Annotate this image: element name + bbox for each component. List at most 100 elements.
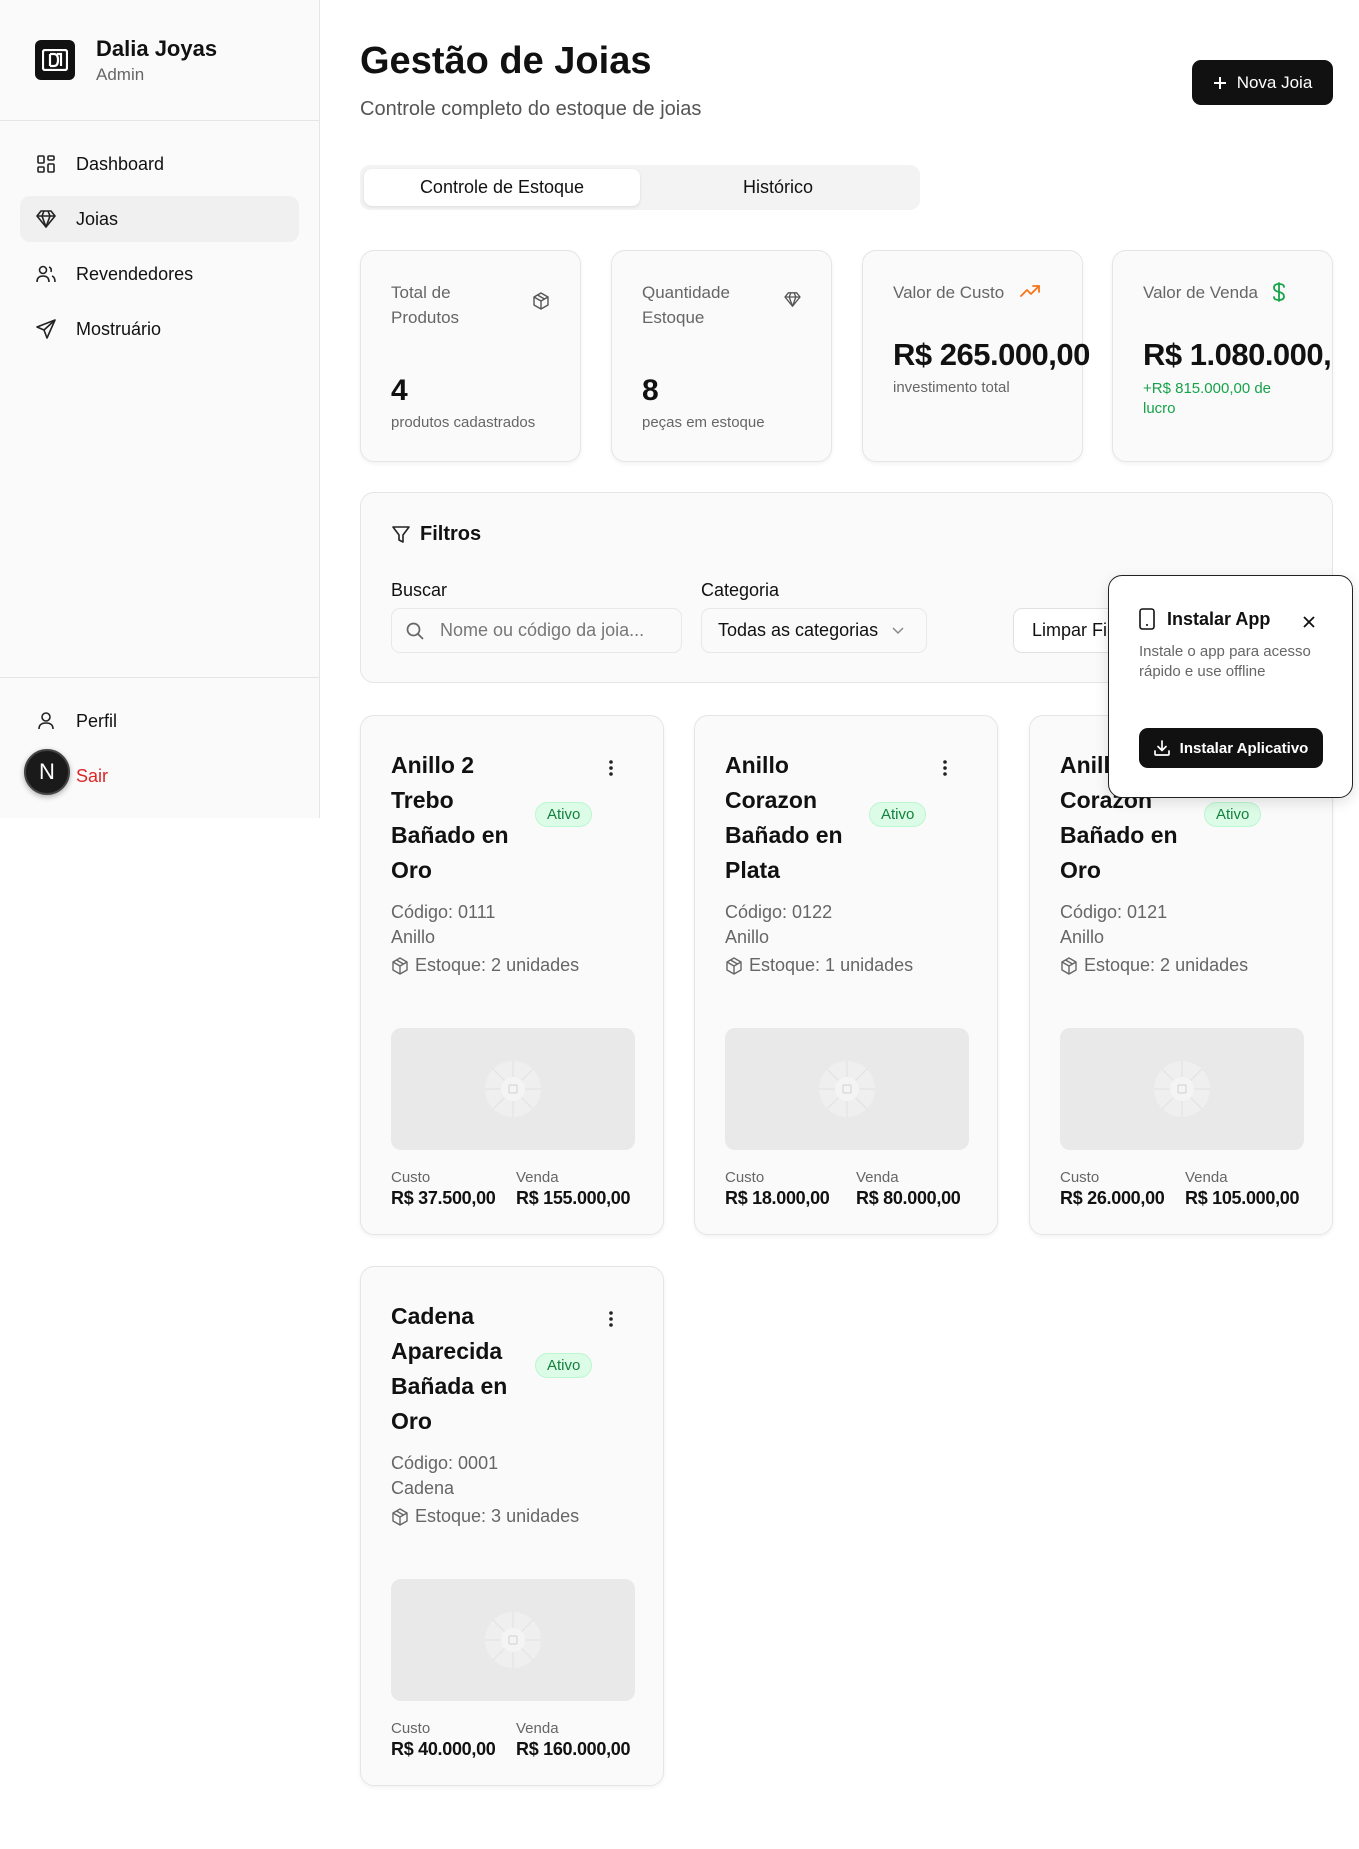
cost-label: Custo xyxy=(725,1169,765,1186)
cost-value: R$ 40.000,00 xyxy=(391,1739,496,1759)
stat-value: 4 xyxy=(391,374,408,407)
more-options-icon[interactable] xyxy=(601,758,621,778)
status-badge: Ativo xyxy=(869,802,927,827)
product-code: Código: 0001 xyxy=(391,1453,499,1473)
product-card[interactable]: Anillo Corazon Bañado en Plata Ativo Cód… xyxy=(694,715,998,1235)
stat-value: R$ 265.000,00 xyxy=(893,337,1090,372)
product-card[interactable]: Anillo 2 Trebo Bañado en Oro Ativo Códig… xyxy=(360,715,664,1235)
sale-value: R$ 105.000,00 xyxy=(1185,1188,1300,1208)
sale-value: R$ 160.000,00 xyxy=(516,1739,631,1759)
stat-caption: investimento total xyxy=(893,379,1010,396)
tab-controle-estoque[interactable]: Controle de Estoque xyxy=(364,169,640,206)
stat-card-stock-quantity: Quantidade Estoque 8 peças em estoque xyxy=(611,250,832,462)
download-icon xyxy=(1153,740,1170,756)
image-placeholder-icon xyxy=(1154,1061,1210,1117)
sale-label: Venda xyxy=(516,1169,559,1186)
more-options-icon[interactable] xyxy=(601,1309,621,1329)
package-icon xyxy=(392,956,408,975)
status-badge: Ativo xyxy=(535,1353,593,1378)
brand-role: Admin xyxy=(96,64,145,84)
stat-label: Valor de Venda xyxy=(1143,283,1258,302)
trending-up-icon xyxy=(1020,284,1041,298)
sale-label: Venda xyxy=(856,1169,899,1186)
tab-bar: Controle de Estoque Histórico xyxy=(360,165,920,210)
stat-value: 8 xyxy=(642,374,659,407)
product-stock: Estoque: 1 unidades xyxy=(725,955,913,976)
smartphone-icon xyxy=(1139,608,1155,630)
plus-icon xyxy=(1213,76,1227,90)
product-stock-label: Estoque: 1 unidades xyxy=(749,955,914,975)
product-image-placeholder xyxy=(725,1028,969,1150)
search-icon xyxy=(406,622,424,640)
new-jewel-label: Nova Joia xyxy=(1236,72,1313,92)
category-select[interactable]: Todas as categorias xyxy=(701,608,927,653)
search-input[interactable] xyxy=(440,620,660,641)
close-icon[interactable] xyxy=(1299,612,1319,632)
install-app-button[interactable]: Instalar Aplicativo xyxy=(1139,728,1323,768)
product-category: Anillo xyxy=(725,927,770,947)
sale-value: R$ 155.000,00 xyxy=(516,1188,631,1208)
product-name: Cadena Aparecida Bañada en Oro xyxy=(391,1303,508,1434)
product-category: Anillo xyxy=(391,927,436,947)
users-icon xyxy=(35,263,57,285)
filter-icon xyxy=(392,525,410,543)
product-stock-label: Estoque: 3 unidades xyxy=(415,1506,580,1526)
search-label: Buscar xyxy=(391,580,448,600)
cost-label: Custo xyxy=(391,1720,431,1737)
stat-caption: peças em estoque xyxy=(642,414,765,431)
brand-header: Dalia Joyas Admin xyxy=(0,0,319,121)
sidebar-item-perfil[interactable]: Perfil xyxy=(20,698,300,744)
install-app-title-label: Instalar App xyxy=(1167,608,1271,629)
product-category: Cadena xyxy=(391,1478,455,1498)
product-code: Código: 0121 xyxy=(1060,902,1168,922)
brand-name: Dalia Joyas xyxy=(96,35,218,61)
page-title: Gestão de Joias xyxy=(360,40,652,82)
stat-card-cost-value: Valor de Custo R$ 265.000,00 investiment… xyxy=(862,250,1090,462)
stat-value: R$ 1.080.000,00 xyxy=(1143,337,1332,372)
image-placeholder-icon xyxy=(485,1612,541,1668)
install-app-popup: Instalar App Instale o app para acesso r… xyxy=(1108,575,1353,798)
sidebar-item-joias[interactable]: Joias xyxy=(20,196,299,242)
dashboard-icon xyxy=(35,153,57,175)
floating-avatar-button[interactable]: N xyxy=(24,749,70,795)
stat-label: Quantidade Estoque xyxy=(642,283,730,327)
sidebar-item-label: Dashboard xyxy=(76,153,165,174)
cost-label: Custo xyxy=(391,1169,431,1186)
sidebar-item-label: Mostruário xyxy=(76,318,162,339)
product-name: Anillo Corazon Bañado en Plata xyxy=(725,752,843,883)
gem-icon xyxy=(35,208,57,230)
product-stock-label: Estoque: 2 unidades xyxy=(415,955,580,975)
image-placeholder-icon xyxy=(819,1061,875,1117)
more-options-icon[interactable] xyxy=(935,758,955,778)
tab-historico[interactable]: Histórico xyxy=(640,169,916,206)
cost-label: Custo xyxy=(1060,1169,1100,1186)
new-jewel-button[interactable]: Nova Joia xyxy=(1192,60,1333,105)
gem-icon xyxy=(784,292,801,307)
sale-label: Venda xyxy=(516,1720,559,1737)
sidebar-item-revendedores[interactable]: Revendedores xyxy=(20,251,299,297)
package-icon xyxy=(726,956,742,975)
stat-label: Valor de Custo xyxy=(893,283,1005,302)
filters-title: Filtros xyxy=(392,523,481,546)
install-app-title: Instalar App xyxy=(1139,608,1270,630)
product-stock: Estoque: 2 unidades xyxy=(1060,955,1248,976)
product-stock: Estoque: 3 unidades xyxy=(391,1506,579,1527)
chevron-down-icon xyxy=(878,626,904,635)
sidebar-item-label: Joias xyxy=(76,208,119,229)
sidebar-item-label: Sair xyxy=(76,765,109,786)
search-field[interactable] xyxy=(391,608,682,653)
package-icon xyxy=(392,1507,408,1526)
send-icon xyxy=(35,318,57,340)
sidebar-item-mostruario[interactable]: Mostruário xyxy=(20,306,299,352)
product-card[interactable]: Cadena Aparecida Bañada en Oro Ativo Cód… xyxy=(360,1266,664,1786)
product-stock-label: Estoque: 2 unidades xyxy=(1084,955,1249,975)
package-icon xyxy=(1061,956,1077,975)
dollar-icon xyxy=(1272,282,1286,302)
sale-value: R$ 80.000,00 xyxy=(856,1188,961,1208)
stat-caption: produtos cadastrados xyxy=(391,414,536,431)
sidebar-item-dashboard[interactable]: Dashboard xyxy=(20,141,299,187)
status-badge: Ativo xyxy=(1204,802,1262,827)
package-icon xyxy=(532,292,550,310)
cost-value: R$ 18.000,00 xyxy=(725,1188,830,1208)
stat-label: Total de Produtos xyxy=(391,283,460,327)
